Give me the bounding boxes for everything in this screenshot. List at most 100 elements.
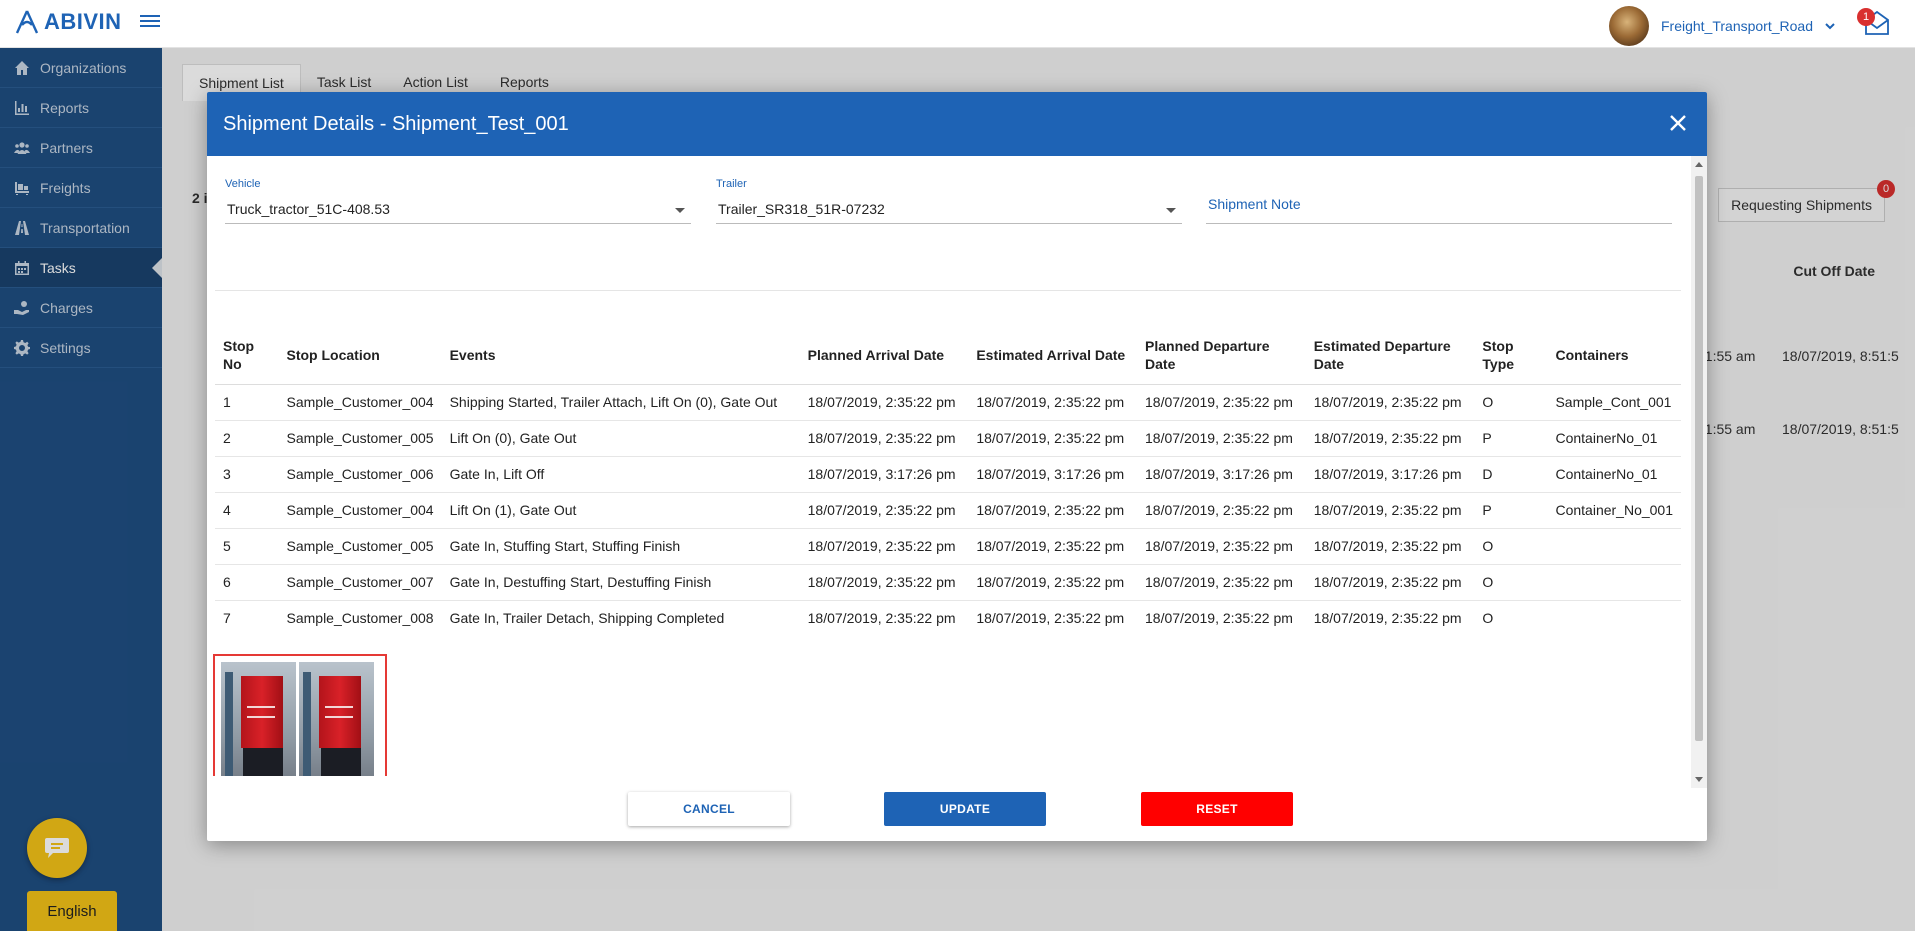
table-row[interactable]: 7 Sample_Customer_008 Gate In, Trailer Det… bbox=[215, 600, 1681, 636]
mail-badge: 1 bbox=[1857, 8, 1875, 26]
estimated-departure-cell: 18/07/2019, 3:17:26 pm bbox=[1305, 456, 1475, 493]
planned-departure-cell: 18/07/2019, 2:35:22 pm bbox=[1137, 564, 1306, 601]
vehicle-label: Vehicle bbox=[225, 178, 261, 190]
planned-arrival-cell: 18/07/2019, 2:35:22 pm bbox=[799, 564, 969, 601]
planned-arrival-cell: 18/07/2019, 2:35:22 pm bbox=[799, 528, 969, 565]
modal-header: Shipment Details - Shipment_Test_001 bbox=[207, 92, 1707, 156]
column-header: Events bbox=[441, 326, 800, 385]
column-header: Estimated Departure Date bbox=[1305, 326, 1475, 385]
column-header: Stop No bbox=[215, 326, 279, 385]
reset-button[interactable]: RESET bbox=[1141, 792, 1293, 826]
divider bbox=[215, 290, 1681, 291]
events-cell: Gate In, Destuffing Start, Destuffing Fi… bbox=[441, 564, 800, 601]
column-header: Stop Location bbox=[278, 326, 442, 385]
trailer-label: Trailer bbox=[716, 178, 747, 190]
containers-cell: Container_No_001 bbox=[1547, 492, 1681, 529]
user-menu[interactable]: Freight_Transport_Road bbox=[1608, 6, 1835, 46]
table-row[interactable]: 1 Sample_Customer_004 Shipping Started, Tr… bbox=[215, 384, 1681, 421]
containers-cell bbox=[1547, 564, 1681, 601]
planned-departure-cell: 18/07/2019, 2:35:22 pm bbox=[1137, 384, 1306, 421]
modal-title: Shipment Details - Shipment_Test_001 bbox=[223, 112, 569, 135]
modal-body: Vehicle Truck_tractor_51C-408.53 Trailer… bbox=[207, 156, 1691, 776]
trailer-select[interactable]: Trailer Trailer_SR318_51R-07232 bbox=[716, 178, 1182, 224]
planned-departure-cell: 18/07/2019, 2:35:22 pm bbox=[1145, 610, 1293, 627]
container-photo-1[interactable] bbox=[221, 662, 296, 776]
events-cell: Lift On (0), Gate Out bbox=[441, 420, 800, 457]
scroll-thumb[interactable] bbox=[1695, 176, 1703, 741]
table-row[interactable]: 2 Sample_Customer_005 Lift On (0), Gate Ou… bbox=[215, 420, 1681, 457]
planned-arrival-cell: 18/07/2019, 2:35:22 pm bbox=[799, 420, 969, 457]
column-header: Estimated Arrival Date bbox=[968, 326, 1138, 385]
stop-location-cell: Sample_Customer_004 bbox=[278, 384, 442, 421]
stop-no-cell: 5 bbox=[215, 528, 279, 565]
abivin-logo-icon bbox=[15, 10, 39, 34]
stop-type-cell: O bbox=[1474, 528, 1548, 565]
stop-type-cell: D bbox=[1474, 456, 1548, 493]
estimated-departure-cell: 18/07/2019, 2:35:22 pm bbox=[1305, 564, 1475, 601]
planned-departure-cell: 18/07/2019, 2:35:22 pm bbox=[1137, 528, 1306, 565]
stop-type-cell: O bbox=[1482, 610, 1494, 627]
trailer-value: Trailer_SR318_51R-07232 bbox=[718, 201, 885, 217]
planned-departure-cell: 18/07/2019, 2:35:22 pm bbox=[1137, 492, 1306, 529]
estimated-departure-cell: 18/07/2019, 2:35:22 pm bbox=[1313, 610, 1462, 627]
estimated-arrival-cell: 18/07/2019, 2:35:22 pm bbox=[968, 528, 1138, 565]
estimated-departure-cell: 18/07/2019, 2:35:22 pm bbox=[1305, 528, 1475, 565]
stop-location-cell: Sample_Customer_006 bbox=[278, 456, 442, 493]
events-cell: Gate In, Lift Off bbox=[441, 456, 800, 493]
table-row[interactable]: 4 Sample_Customer_004 Lift On (1), Gate Ou… bbox=[215, 492, 1681, 529]
estimated-departure-cell: 18/07/2019, 2:35:22 pm bbox=[1305, 384, 1475, 421]
proof-images bbox=[213, 654, 387, 776]
close-icon[interactable] bbox=[1665, 110, 1691, 136]
shipment-note-placeholder: Shipment Note bbox=[1208, 196, 1301, 212]
containers-cell: ContainerNo_01 bbox=[1547, 420, 1681, 457]
estimated-arrival-cell: 18/07/2019, 3:17:26 pm bbox=[968, 456, 1138, 493]
shipment-details-modal: Shipment Details - Shipment_Test_001 Veh… bbox=[207, 92, 1707, 841]
events-cell: Shipping Started, Trailer Attach, Lift O… bbox=[441, 384, 800, 421]
stop-location-cell: Sample_Customer_005 bbox=[278, 528, 442, 565]
avatar bbox=[1608, 6, 1649, 46]
table-row[interactable]: 6 Sample_Customer_007 Gate In, Destuffing … bbox=[215, 564, 1681, 601]
stop-no-cell: 1 bbox=[215, 384, 279, 421]
brand-logo[interactable]: ABIVIN bbox=[14, 9, 122, 35]
table-header-row: Stop No Stop Location Events Planned Arr… bbox=[215, 326, 1681, 385]
scroll-down-arrow-icon[interactable] bbox=[1695, 777, 1703, 782]
vehicle-select[interactable]: Vehicle Truck_tractor_51C-408.53 bbox=[225, 178, 691, 224]
stop-location-cell: Sample_Customer_004 bbox=[278, 492, 442, 529]
column-header: Planned Arrival Date bbox=[799, 326, 969, 385]
table-row[interactable]: 3 Sample_Customer_006 Gate In, Lift Off 18/… bbox=[215, 456, 1681, 493]
brand-name: ABIVIN bbox=[44, 9, 122, 34]
planned-departure-cell: 18/07/2019, 2:35:22 pm bbox=[1137, 420, 1306, 457]
column-header: Stop Type bbox=[1474, 326, 1548, 385]
column-header: Planned Departure Date bbox=[1137, 326, 1306, 385]
containers-cell bbox=[1547, 600, 1681, 636]
shipment-note-field[interactable]: Shipment Note bbox=[1206, 178, 1672, 224]
events-cell: Gate In, Stuffing Start, Stuffing Finish bbox=[441, 528, 800, 565]
estimated-arrival-cell: 18/07/2019, 2:35:22 pm bbox=[968, 384, 1138, 421]
stop-type-cell: P bbox=[1474, 420, 1548, 457]
container-photo-2[interactable] bbox=[299, 662, 374, 776]
containers-cell bbox=[1547, 528, 1681, 565]
planned-departure-cell: 18/07/2019, 3:17:26 pm bbox=[1137, 456, 1306, 493]
hamburger-menu-icon[interactable] bbox=[140, 12, 162, 32]
estimated-arrival-cell: 18/07/2019, 2:35:22 pm bbox=[968, 564, 1138, 601]
planned-arrival-cell: 18/07/2019, 2:35:22 pm bbox=[799, 384, 969, 421]
stop-location-cell: Sample_Customer_008 bbox=[286, 610, 434, 627]
user-name: Freight_Transport_Road bbox=[1660, 18, 1813, 34]
modal-scrollbar[interactable] bbox=[1691, 156, 1707, 788]
update-button[interactable]: UPDATE bbox=[884, 792, 1046, 826]
stop-type-cell: O bbox=[1474, 564, 1548, 601]
top-bar: ABIVIN Freight_Transport_Road 1 bbox=[0, 0, 1915, 48]
events-cell: Gate In, Trailer Detach, Shipping Comple… bbox=[449, 610, 725, 627]
events-cell: Lift On (1), Gate Out bbox=[441, 492, 800, 529]
stop-no-cell: 3 bbox=[215, 456, 279, 493]
scroll-up-arrow-icon[interactable] bbox=[1695, 162, 1703, 167]
estimated-arrival-cell: 18/07/2019, 2:35:22 pm bbox=[968, 492, 1138, 529]
stop-type-cell: P bbox=[1474, 492, 1548, 529]
planned-arrival-cell: 18/07/2019, 3:17:26 pm bbox=[799, 456, 969, 493]
cancel-button[interactable]: CANCEL bbox=[628, 792, 790, 826]
containers-cell: ContainerNo_01 bbox=[1547, 456, 1681, 493]
stops-table: Stop No Stop Location Events Planned Arr… bbox=[215, 326, 1681, 636]
table-row[interactable]: 5 Sample_Customer_005 Gate In, Stuffing St… bbox=[215, 528, 1681, 565]
planned-arrival-cell: 18/07/2019, 2:35:22 pm bbox=[807, 610, 956, 627]
stop-location-cell: Sample_Customer_005 bbox=[278, 420, 442, 457]
